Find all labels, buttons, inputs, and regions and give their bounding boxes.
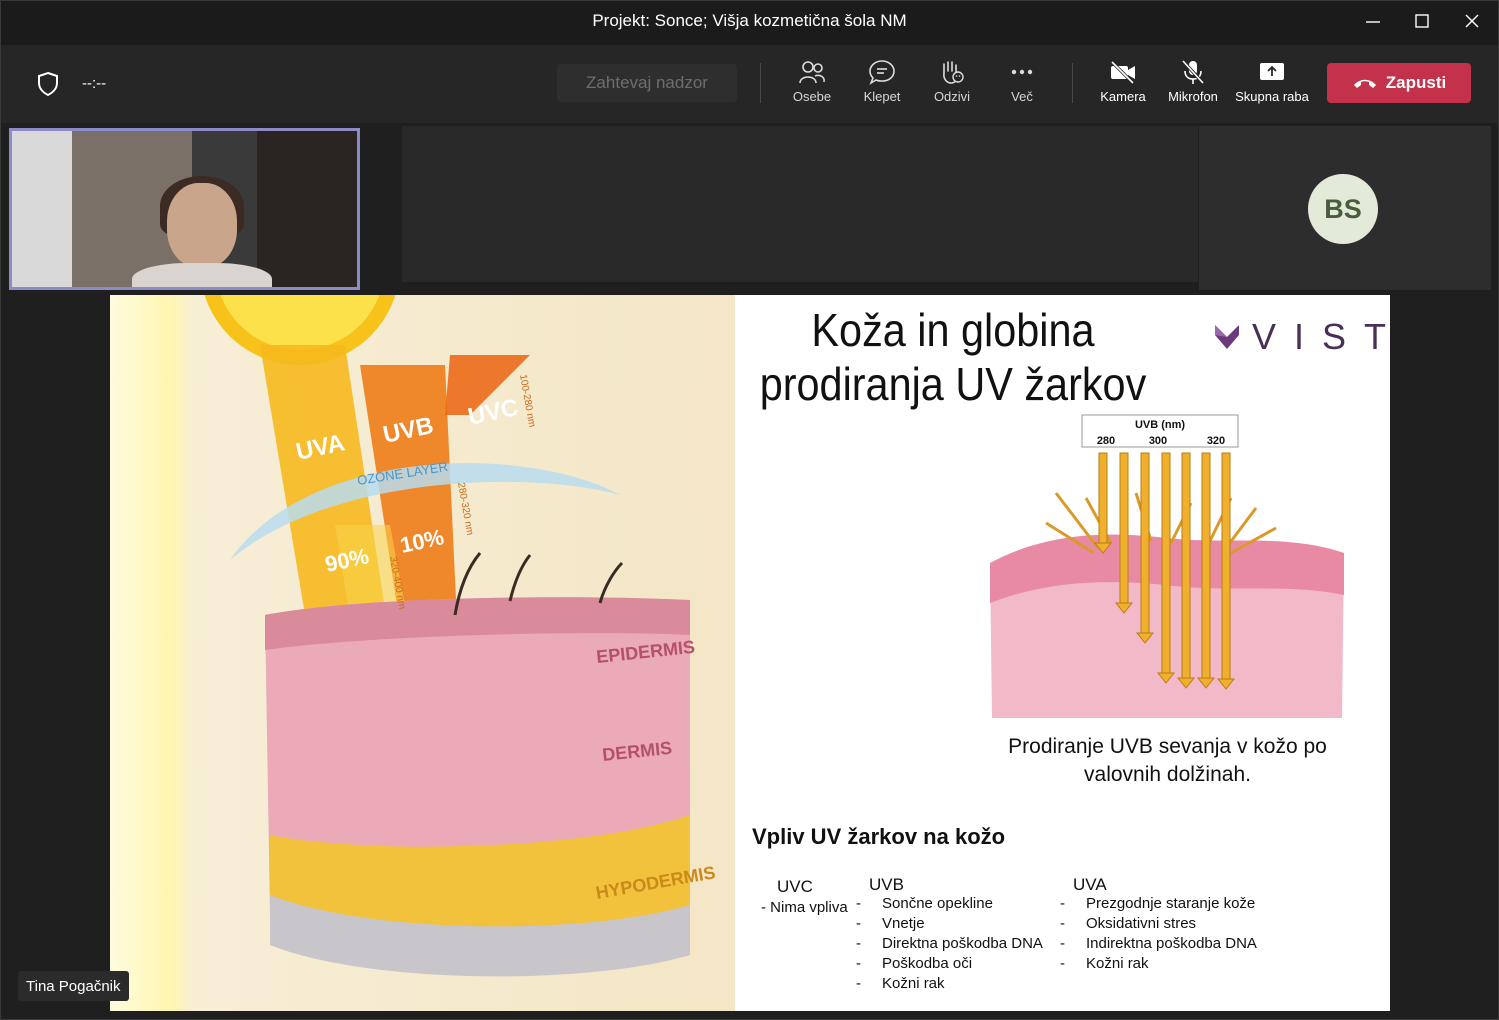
maximize-button[interactable] [1397,1,1447,41]
slide-title: Koža in globina prodiranja UV žarkov [755,303,1151,411]
list-item: Sončne opekline [856,894,1043,914]
uvb-caption-line1: Prodiranje UVB sevanja v kožo po [1008,735,1327,758]
toolbar-divider [1072,63,1073,103]
participant-tile-bs[interactable]: BS [1199,126,1491,290]
video-background [257,131,357,287]
vist-logo-text: VIST [1252,316,1390,357]
label-uvb-range: 280-320 nm [455,482,475,536]
shield-icon[interactable] [36,71,60,97]
video-background [12,131,72,287]
people-button[interactable]: Osebe [777,55,847,115]
uva-effects-list: Prezgodnje staranje kože Oksidativni str… [1060,894,1257,974]
uva-heading: UVA [1073,875,1107,894]
slide-title-line2: prodiranja UV žarkov [759,358,1147,410]
hair-strand [508,554,532,602]
list-item: Kožni rak [1060,954,1257,974]
people-icon [799,61,825,84]
slide-title-line1: Koža in globina [811,304,1095,356]
meeting-toolbar: --:-- Zahtevaj nadzor Osebe Klepet Odziv… [1,45,1498,123]
reactions-label: Odzivi [933,89,971,104]
close-icon [1465,14,1479,28]
list-item: Kožni rak [856,974,1043,994]
vist-logo: VIST [1214,316,1390,357]
camera-label: Kamera [1100,89,1146,104]
uvb-penetration-figure: UVB (nm) 280 300 320 [990,414,1344,718]
chat-bubble-icon [869,60,895,85]
vist-logo-icon [1215,325,1239,349]
chat-button[interactable]: Klepet [847,55,917,115]
minimize-icon [1366,21,1380,23]
list-item: Poškodba oči [856,954,1043,974]
reactions-button[interactable]: Odzivi [917,55,987,115]
presenter-name-label: Tina Pogačnik [18,971,129,1001]
more-label: Več [1011,89,1033,104]
skin-uv-illustration: UVA UVB UVC 100-280 nm OZONE LAYER 280-3… [110,295,735,1011]
toolbar-divider [760,63,761,103]
more-dots-icon [1011,69,1033,75]
participant-tile-empty [402,126,1198,282]
shared-presentation-slide: UVA UVB UVC 100-280 nm OZONE LAYER 280-3… [110,295,1390,1011]
minimize-button[interactable] [1348,1,1398,41]
skin-layers-diagram: UVA UVB UVC 100-280 nm OZONE LAYER 280-3… [204,295,717,977]
uvb-tick-320: 320 [1207,435,1225,447]
more-button[interactable]: Več [987,55,1057,115]
teams-meeting-window: Projekt: Sonce; Višja kozmetična šola NM… [0,0,1499,1020]
camera-button[interactable]: Kamera [1088,55,1158,115]
title-bar: Projekt: Sonce; Višja kozmetična šola NM [1,1,1498,45]
list-item: Oksidativni stres [1060,914,1257,934]
microphone-button[interactable]: Mikrofon [1158,55,1228,115]
window-title: Projekt: Sonce; Višja kozmetična šola NM [592,11,907,30]
uvb-tick-300: 300 [1149,435,1167,447]
uvb-effects-list: Sončne opekline Vnetje Direktna poškodba… [856,894,1043,994]
participant-shoulders [132,263,272,287]
meeting-timer: --:-- [82,75,107,92]
camera-off-icon [1110,60,1135,85]
uvb-caption-line2: valovnih dolžinah. [1084,763,1251,786]
participant-face [167,183,237,268]
hang-up-icon [1353,79,1376,88]
uvb-heading: UVB [869,875,904,894]
people-label: Osebe [792,89,832,104]
uvb-tick-280: 280 [1097,435,1115,447]
uvb-figure-header: UVB (nm) [1135,419,1185,431]
share-label: Skupna raba [1235,89,1309,104]
participant-video-self[interactable] [9,128,360,290]
raise-hand-icon [943,61,964,84]
chat-label: Klepet [863,89,901,104]
avatar: BS [1308,174,1378,244]
list-item: Direktna poškodba DNA [856,934,1043,954]
uvb-caption: Prodiranje UVB sevanja v kožo po valovni… [1000,733,1335,789]
microphone-label: Mikrofon [1168,89,1218,104]
request-control-button[interactable]: Zahtevaj nadzor [557,64,737,102]
maximize-icon [1415,14,1429,28]
list-item: Vnetje [856,914,1043,934]
close-button[interactable] [1447,1,1497,41]
list-item: Prezgodnje staranje kože [1060,894,1257,914]
list-item: Indirektna poškodba DNA [1060,934,1257,954]
leave-button[interactable]: Zapusti [1327,63,1471,103]
leave-label: Zapusti [1385,73,1447,92]
microphone-off-icon [1181,59,1205,85]
uvc-effect: - Nima vpliva [761,899,848,916]
section-title: Vpliv UV žarkov na kožo [752,824,1006,849]
hair-strand [598,561,624,604]
share-screen-icon [1260,63,1284,80]
uvc-heading: UVC [777,877,813,896]
share-button[interactable]: Skupna raba [1229,55,1315,115]
